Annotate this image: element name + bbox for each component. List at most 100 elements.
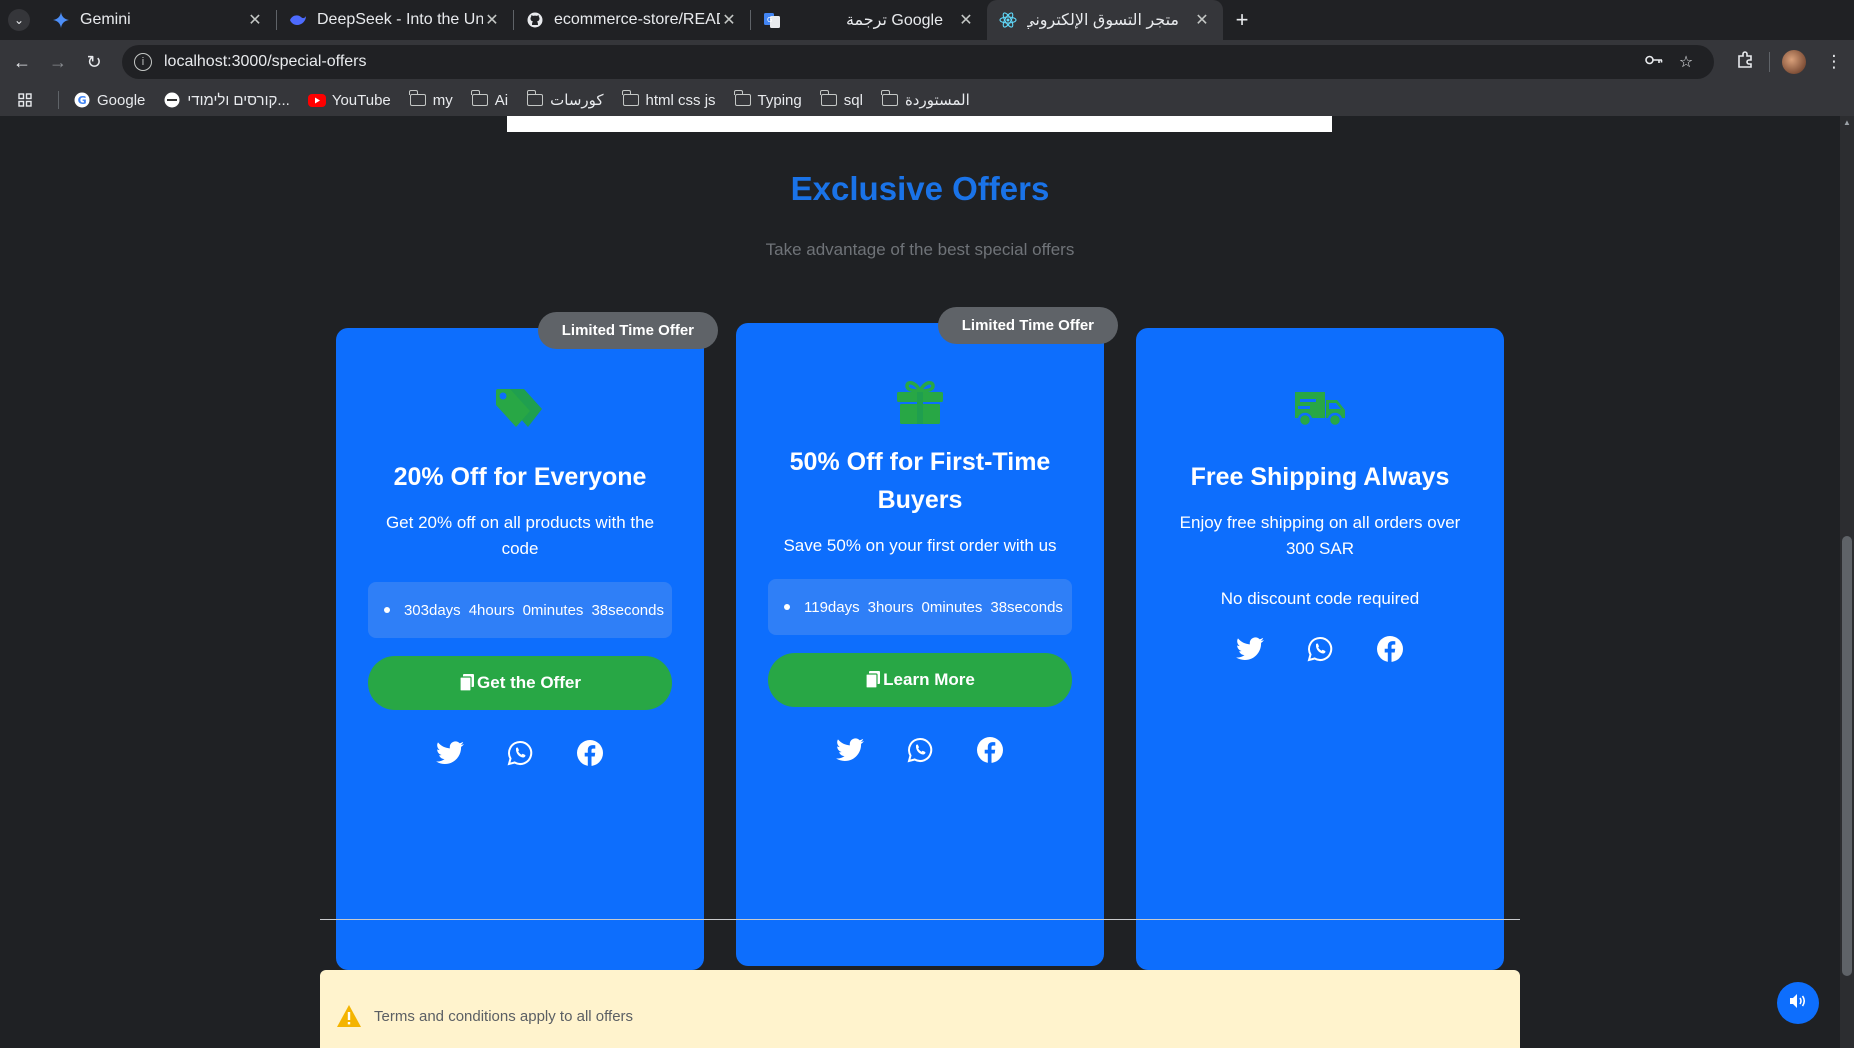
countdown-days: 303days — [403, 601, 461, 619]
countdown-seconds: 38seconds — [591, 601, 664, 619]
site-icon — [163, 91, 181, 109]
arrow-left-icon: ← — [13, 51, 31, 72]
bookmark-folder-typing[interactable]: Typing — [733, 90, 802, 109]
deepseek-icon — [289, 11, 307, 29]
tab-deepseek[interactable]: DeepSeek - Into the Unkno ✕ — [277, 0, 513, 40]
copy-icon — [459, 674, 475, 692]
avatar — [1782, 50, 1806, 74]
folder-icon — [526, 90, 544, 109]
offer-title: 50% Off for First-Time Buyers — [789, 448, 1051, 514]
reload-icon: ↻ — [86, 51, 102, 72]
tab-label: Google ترجمة — [845, 12, 943, 29]
share-buttons — [336, 738, 704, 768]
plus-icon: + — [1235, 7, 1249, 32]
apps-button[interactable] — [16, 91, 40, 109]
svg-text:G: G — [767, 16, 772, 24]
translate-icon: G — [763, 11, 781, 29]
tab-search-button[interactable]: ⌄ — [8, 9, 30, 31]
whatsapp-icon[interactable] — [1305, 634, 1335, 664]
offer-card-discount: Limited Time Offer 20% Off for Everyone … — [336, 312, 718, 970]
arrow-right-icon: → — [49, 51, 67, 72]
bookmark-folder-html-css-js[interactable]: html css js — [621, 90, 716, 109]
address-bar[interactable]: i localhost:3000/special-offers ☆ — [122, 45, 1714, 79]
twitter-icon[interactable] — [1235, 634, 1265, 664]
gemini-icon — [52, 11, 70, 29]
url-text[interactable]: localhost:3000/special-offers — [164, 53, 1638, 71]
key-icon[interactable] — [1638, 53, 1670, 71]
bookmark-folder-ai[interactable]: Ai — [471, 90, 509, 109]
twitter-icon[interactable] — [835, 735, 865, 765]
close-icon[interactable]: ✕ — [1193, 10, 1211, 30]
bookmark-label: كورسات — [550, 92, 604, 109]
whatsapp-icon[interactable] — [505, 738, 535, 768]
get-offer-button[interactable]: Get the Offer — [368, 656, 672, 710]
back-button[interactable]: ← — [4, 44, 40, 80]
browser-toolbar: ← → ↻ i localhost:3000/special-offers ☆ … — [0, 40, 1854, 84]
tab-ecommerce-store[interactable]: متجر التسوق الإلكتروني ✕ — [987, 0, 1223, 40]
offer-description: Enjoy free shipping on all orders over 3… — [1179, 513, 1461, 558]
countdown-hours: 3hours — [867, 598, 914, 616]
new-tab-button[interactable]: + — [1227, 5, 1257, 35]
scrollbar-thumb[interactable] — [1842, 536, 1852, 976]
bookmark-youtube[interactable]: YouTube — [307, 91, 391, 109]
profile-avatar[interactable] — [1774, 50, 1814, 74]
close-icon[interactable]: ✕ — [720, 10, 738, 30]
countdown-minutes: 0minutes — [522, 601, 584, 619]
limited-time-badge: Limited Time Offer — [537, 312, 718, 349]
close-icon[interactable]: ✕ — [483, 10, 501, 30]
site-info-icon[interactable]: i — [134, 53, 152, 71]
tab-google-translate[interactable]: G Google ترجمة ✕ — [751, 0, 987, 40]
bookmark-label: Ai — [494, 91, 509, 109]
header-banner-edge — [507, 116, 1332, 132]
tab-label: Gemini — [80, 11, 131, 28]
offer-description: Get 20% off on all products with the cod… — [385, 513, 655, 558]
scrollbar[interactable]: ▲ — [1840, 116, 1854, 1048]
gift-icon — [890, 377, 950, 427]
sound-toggle-button[interactable] — [1777, 982, 1819, 1024]
folder-icon — [621, 90, 640, 109]
section-divider — [320, 919, 1520, 920]
tag-icon — [490, 384, 550, 434]
whatsapp-icon[interactable] — [905, 735, 935, 765]
tab-strip: ⌄ Gemini ✕ DeepSeek - Into the Unkno ✕ e… — [0, 0, 1854, 40]
react-icon — [999, 11, 1017, 29]
speaker-icon — [1789, 993, 1807, 1014]
truck-icon — [1290, 384, 1350, 434]
bookmark-folder-my[interactable]: my — [409, 90, 453, 109]
folder-icon — [733, 90, 752, 109]
countdown-days: 119days — [804, 598, 860, 616]
bookmark-star-icon[interactable]: ☆ — [1670, 52, 1702, 72]
offer-note: No discount code required — [1220, 589, 1420, 608]
bookmark-folder-sql[interactable]: sql — [820, 90, 863, 109]
extensions-icon[interactable] — [1725, 50, 1765, 74]
youtube-icon — [307, 91, 326, 109]
bookmark-folder-imported[interactable]: المستوردة — [881, 90, 970, 109]
more-menu-icon[interactable]: ⋮ — [1814, 52, 1854, 72]
countdown-timer: 119days 3hours 0minutes 38seconds — [768, 579, 1072, 635]
share-buttons — [736, 735, 1104, 765]
forward-button[interactable]: → — [40, 44, 76, 80]
close-icon[interactable]: ✕ — [957, 10, 975, 30]
bookmark-google[interactable]: G Google — [73, 91, 145, 109]
apps-grid-icon — [16, 91, 34, 109]
facebook-icon[interactable] — [975, 735, 1005, 765]
learn-more-button[interactable]: Learn More — [768, 653, 1072, 707]
facebook-icon[interactable] — [1375, 634, 1405, 664]
tab-gemini[interactable]: Gemini ✕ — [40, 0, 276, 40]
bookmark-label: my — [432, 91, 453, 109]
tab-label: DeepSeek - Into the Unkno — [317, 11, 483, 28]
tab-label: ecommerce-store/READM — [554, 11, 720, 28]
twitter-icon[interactable] — [435, 738, 465, 768]
scroll-up-icon[interactable]: ▲ — [1842, 118, 1852, 128]
close-icon[interactable]: ✕ — [246, 10, 264, 30]
bookmark-courses[interactable]: קורסים ולימודי... — [163, 91, 290, 109]
tab-github[interactable]: ecommerce-store/READM ✕ — [514, 0, 750, 40]
reload-button[interactable]: ↻ — [76, 44, 112, 80]
folder-icon — [881, 90, 899, 109]
bookmark-folder-courses[interactable]: كورسات — [526, 90, 604, 109]
countdown-minutes: 0minutes — [921, 598, 983, 616]
bookmark-label: YouTube — [331, 91, 391, 109]
facebook-icon[interactable] — [575, 738, 605, 768]
toolbar-actions: ⋮ — [1725, 44, 1854, 80]
folder-icon — [820, 90, 838, 109]
